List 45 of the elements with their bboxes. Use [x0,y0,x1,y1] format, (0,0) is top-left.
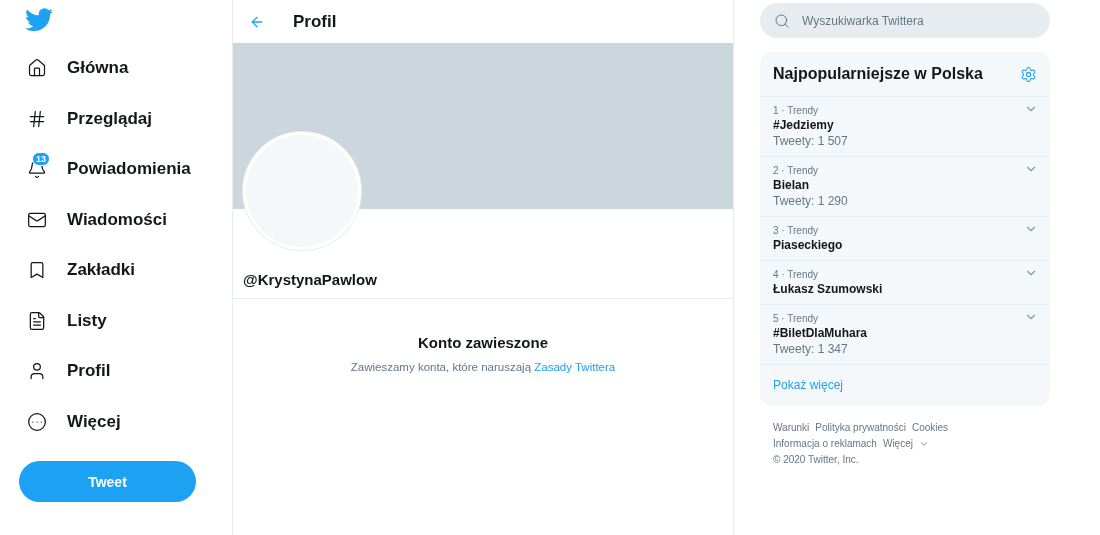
trend-name: Łukasz Szumowski [773,282,883,296]
search-field[interactable]: Wyszukiwarka Twittera [760,3,1050,38]
trend-item[interactable]: 5 · Trendy #BiletDlaMuhara Tweety: 1 347 [760,305,1050,365]
list-icon [27,310,47,331]
trend-count: Tweety: 1 347 [773,342,848,356]
footer-link[interactable]: Informacja o reklamach [773,438,877,449]
nav-item[interactable]: Wiadomości [19,194,167,245]
notice-title: Konto zawieszone [418,334,548,351]
nav-item[interactable]: Zakładki [19,245,136,296]
trend-name: Bielan [773,178,809,192]
nav-item[interactable]: Więcej [19,396,121,447]
bird-icon[interactable] [25,8,53,32]
trend-count: Tweety: 1 507 [773,134,848,148]
nav-item[interactable]: Główna [19,43,129,94]
notice-text: Zawieszamy konta, które naruszają Zasady Twittera [350,361,616,373]
nav-item[interactable]: 13 Powiadomienia [19,144,191,195]
profile-handle: @KrystynaPawlow [243,271,377,288]
trend-name: #Jedziemy [773,118,834,132]
trend-name: Piaseckiego [773,238,843,252]
trends-title: Najpopularniejsze w Polska [773,65,983,83]
trend-meta: 5 · Trendy [773,313,819,324]
trend-count: Tweety: 1 290 [773,194,848,208]
trend-meta: 2 · Trendy [773,165,819,176]
footer-link[interactable]: Warunki [773,422,810,433]
more-icon [27,411,47,432]
copyright: © 2020 Twitter, Inc. [773,454,860,465]
trend-item[interactable]: 4 · Trendy Łukasz Szumowski [760,261,1050,305]
trend-meta: 4 · Trendy [773,269,819,280]
footer-link[interactable]: Więcej [882,438,913,449]
hash-icon [27,108,47,129]
trend-name: #BiletDlaMuhara [773,326,868,340]
home-icon [27,58,47,79]
trend-meta: 3 · Trendy [773,225,819,236]
nav-item[interactable]: Listy [19,295,107,346]
footer-link[interactable]: Polityka prywatności [815,422,906,433]
notification-badge: 13 [32,152,50,167]
trend-item[interactable]: 3 · Trendy Piaseckiego [760,217,1050,261]
nav-item[interactable]: Profil [19,346,111,397]
footer-link[interactable]: Cookies [911,422,949,433]
trend-item[interactable]: 1 · Trendy #Jedziemy Tweety: 1 507 [760,97,1050,157]
settings-icon[interactable] [1020,65,1037,83]
nav-item[interactable]: Przeglądaj [19,93,153,144]
trend-item[interactable]: 2 · Trendy Bielan Tweety: 1 290 [760,157,1050,217]
trend-meta: 1 · Trendy [773,105,819,116]
page-title: Profil [293,11,337,32]
